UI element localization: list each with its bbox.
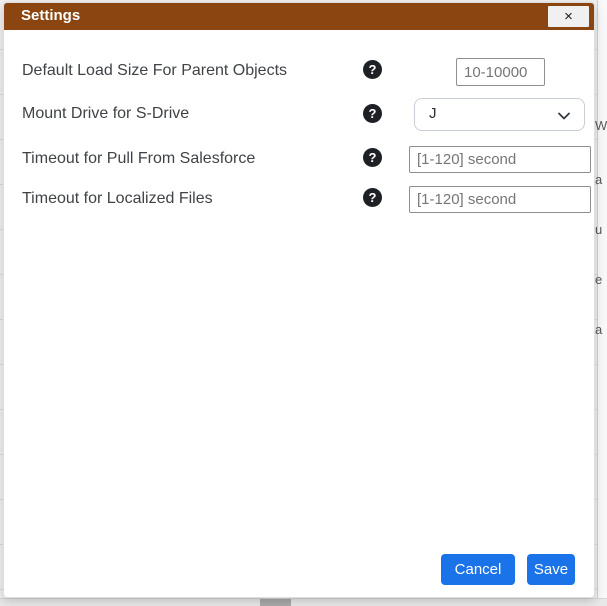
save-button[interactable]: Save — [527, 554, 575, 585]
backdrop-text-fragment: e — [595, 272, 607, 287]
help-icon[interactable]: ? — [363, 104, 382, 123]
timeout-pull-input[interactable] — [409, 146, 591, 173]
horizontal-scrollbar-thumb[interactable] — [260, 599, 291, 606]
label-timeout-pull: Timeout for Pull From Salesforce — [22, 150, 255, 168]
help-icon[interactable]: ? — [363, 188, 382, 207]
chevron-down-icon — [556, 108, 572, 124]
settings-modal: Settings × Default Load Size For Parent … — [3, 2, 595, 598]
help-icon[interactable]: ? — [363, 148, 382, 167]
label-default-load-size: Default Load Size For Parent Objects — [22, 62, 287, 80]
mount-drive-selected-value: J — [429, 105, 437, 122]
close-button[interactable]: × — [548, 6, 589, 27]
backdrop-text-fragment: u — [595, 222, 607, 237]
mount-drive-select[interactable]: J — [414, 98, 585, 131]
modal-title: Settings — [21, 7, 80, 24]
label-timeout-localized: Timeout for Localized Files — [22, 190, 213, 208]
help-icon[interactable]: ? — [363, 60, 382, 79]
backdrop-text-fragment: a — [595, 172, 607, 187]
backdrop-text-fragment: W — [595, 118, 607, 133]
label-mount-drive: Mount Drive for S-Drive — [22, 105, 189, 123]
modal-header: Settings × — [4, 3, 594, 30]
timeout-localized-input[interactable] — [409, 186, 591, 213]
page-background: W a u e a Settings × Default Load Size F… — [0, 0, 607, 606]
cancel-button[interactable]: Cancel — [441, 554, 515, 585]
backdrop-right-strip: W a u e a — [597, 0, 607, 606]
horizontal-scrollbar[interactable] — [0, 598, 607, 606]
default-load-size-input[interactable] — [456, 58, 545, 86]
backdrop-text-fragment: a — [595, 322, 607, 337]
